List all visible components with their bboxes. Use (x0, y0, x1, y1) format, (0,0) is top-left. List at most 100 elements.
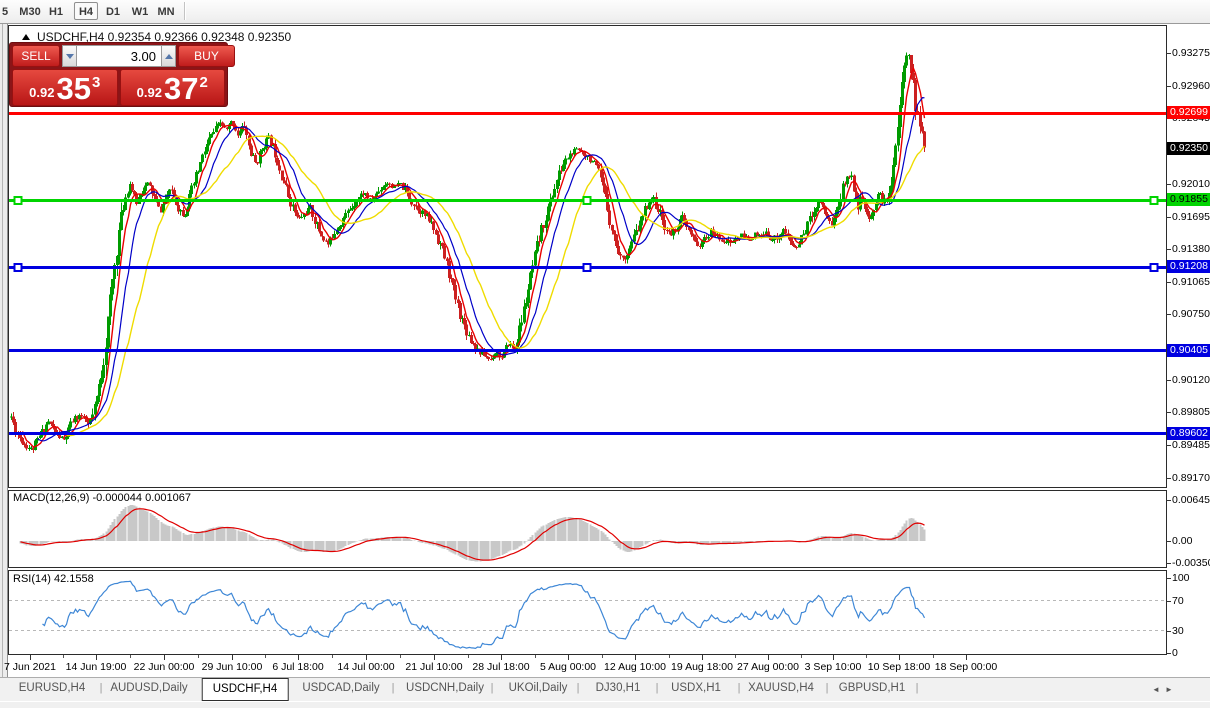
tab-usdcnh-daily[interactable]: USDCNH,Daily (406, 682, 484, 694)
price-tick-label: 0.90750 (1172, 308, 1210, 321)
period-button-d1[interactable]: D1 (101, 2, 125, 20)
date-label: 5 Aug 00:00 (539, 661, 597, 673)
price-tag-0.90405: 0.90405 (1167, 343, 1210, 357)
price-tick-label: 0.89485 (1172, 439, 1210, 452)
collapse-arrow-icon[interactable] (22, 34, 30, 40)
date-label: 12 Aug 10:00 (604, 661, 666, 673)
date-label: 7 Jun 2021 (4, 661, 56, 673)
tab-dj30-h1[interactable]: DJ30,H1 (596, 682, 641, 694)
buy-price-prefix: 0.92 (136, 85, 162, 100)
macd-label: MACD(12,26,9) -0.000044 0.001067 (13, 492, 191, 504)
period-button-mn[interactable]: MN (152, 2, 179, 20)
price-tick-label: 0.89805 (1172, 406, 1210, 419)
hline-handle[interactable] (582, 263, 592, 272)
tab-scroll-left-icon[interactable]: ◄ (1152, 685, 1160, 694)
sell-price-prefix: 0.92 (29, 85, 55, 100)
tab-separator: | (490, 682, 494, 694)
rsi-line (42, 580, 926, 650)
tab-audusd-daily[interactable]: AUDUSD,Daily (110, 682, 187, 694)
hline-handle[interactable] (1149, 263, 1159, 272)
macd-tick-label: -0.003507 (1172, 557, 1210, 570)
period-button-h1[interactable]: H1 (44, 2, 68, 20)
price-tick-label: 0.92010 (1172, 177, 1210, 190)
period-button-w1[interactable]: W1 (127, 2, 154, 20)
medium-ma-line (37, 96, 925, 442)
price-tag-0.91208: 0.91208 (1167, 260, 1210, 274)
sell-price-pip: 3 (91, 74, 101, 91)
pane-frames (8, 25, 1171, 660)
tab-scroll-right-icon[interactable]: ► (1165, 685, 1173, 694)
date-label: 10 Sep 18:00 (867, 661, 931, 673)
tab-usdx-h1[interactable]: USDX,H1 (671, 682, 721, 694)
date-label: 3 Sep 10:00 (804, 661, 862, 673)
buy-price-pip: 2 (199, 74, 208, 91)
volume-stepper (62, 45, 176, 67)
date-label: 27 Aug 00:00 (737, 661, 799, 673)
tab-usdcad-daily[interactable]: USDCAD,Daily (302, 682, 379, 694)
sell-button[interactable]: SELL (12, 45, 60, 67)
period-button-5[interactable]: 5 (0, 2, 13, 20)
buy-button[interactable]: BUY (178, 45, 235, 67)
hline-0.91208[interactable] (8, 263, 1166, 272)
rsi-tick-label: 70 (1172, 594, 1184, 607)
price-tag-0.92699: 0.92699 (1167, 106, 1210, 120)
buy-price-big: 37 (163, 71, 199, 106)
rsi-tick-label: 100 (1172, 572, 1190, 584)
spin-up-icon (164, 53, 173, 59)
date-label: 14 Jun 19:00 (65, 661, 127, 673)
rsi-tick-label: 0 (1172, 647, 1178, 659)
price-tick-label: 0.93275 (1172, 47, 1210, 59)
tab-separator: | (915, 682, 919, 694)
sell-price-display[interactable]: 0.92 35 3 (12, 69, 118, 106)
period-button-h4[interactable]: H4 (73, 2, 99, 20)
hline-handle[interactable] (13, 263, 23, 272)
tab-ukoil-daily[interactable]: UKOil,Daily (509, 682, 568, 694)
buy-price-display[interactable]: 0.92 37 2 (119, 69, 225, 106)
date-label: 28 Jul 18:00 (472, 661, 530, 673)
rsi-label: RSI(14) 42.1558 (13, 573, 94, 585)
tab-separator: | (391, 682, 395, 694)
date-label: 29 Jun 10:00 (201, 661, 263, 673)
tab-gbpusd-h1[interactable]: GBPUSD,H1 (839, 682, 905, 694)
timeframe-toolbar: 5 M30 H1 H4 D1 W1 MN (0, 0, 1210, 24)
date-label: 22 Jun 00:00 (133, 661, 195, 673)
date-label: 18 Sep 00:00 (934, 661, 998, 673)
hline-handle[interactable] (13, 196, 23, 205)
tab-usdchf-h4[interactable]: USDCHF,H4 (201, 678, 289, 701)
volume-increase-button[interactable] (161, 45, 176, 67)
volume-decrease-button[interactable] (62, 45, 77, 67)
price-tick-label: 0.91380 (1172, 243, 1210, 256)
price-tick-label: 0.91695 (1172, 210, 1210, 223)
tab-separator: | (655, 682, 659, 694)
tab-eurusd-h4[interactable]: EURUSD,H4 (19, 682, 85, 694)
price-tick-label: 0.90120 (1172, 373, 1210, 386)
date-label: 19 Aug 18:00 (671, 661, 733, 673)
spin-down-icon (65, 53, 74, 59)
price-tag-0.92350: 0.92350 (1167, 142, 1210, 156)
tab-separator: | (576, 682, 580, 694)
chart-tab-bar: EURUSD,H4 | AUDUSD,Daily USDCHF,H4 USDCAD,Da… (0, 677, 1210, 701)
fast-ma-line (21, 66, 926, 448)
tab-xauusd-h4[interactable]: XAUUSD,H4 (748, 682, 814, 694)
toolbar-separator (184, 2, 186, 20)
sell-price-big: 35 (56, 71, 91, 106)
one-click-trading-panel: SELL BUY 0.92353 0.92372 (9, 42, 235, 107)
price-tick-label: 0.92960 (1172, 79, 1210, 92)
hline-handle[interactable] (1149, 196, 1159, 205)
macd-tick-label: 0.006451 (1172, 493, 1210, 506)
hline-handle[interactable] (582, 196, 592, 205)
period-button-m30[interactable]: M30 (14, 2, 45, 20)
tab-separator: | (99, 682, 103, 694)
price-tag-0.89602: 0.89602 (1167, 426, 1210, 440)
volume-input[interactable] (77, 45, 161, 67)
date-label: 21 Jul 10:00 (405, 661, 463, 673)
date-label: 6 Jul 18:00 (272, 661, 324, 673)
price-tick-label: 0.91065 (1172, 275, 1210, 288)
tab-separator: | (825, 682, 829, 694)
date-label: 14 Jul 00:00 (337, 661, 395, 673)
price-tick-label: 0.89170 (1172, 471, 1210, 484)
price-tag-0.91855: 0.91855 (1167, 193, 1210, 207)
macd-tick-label: 0.00 (1172, 535, 1193, 547)
rsi-tick-label: 30 (1172, 624, 1184, 637)
tab-separator: | (737, 682, 741, 694)
